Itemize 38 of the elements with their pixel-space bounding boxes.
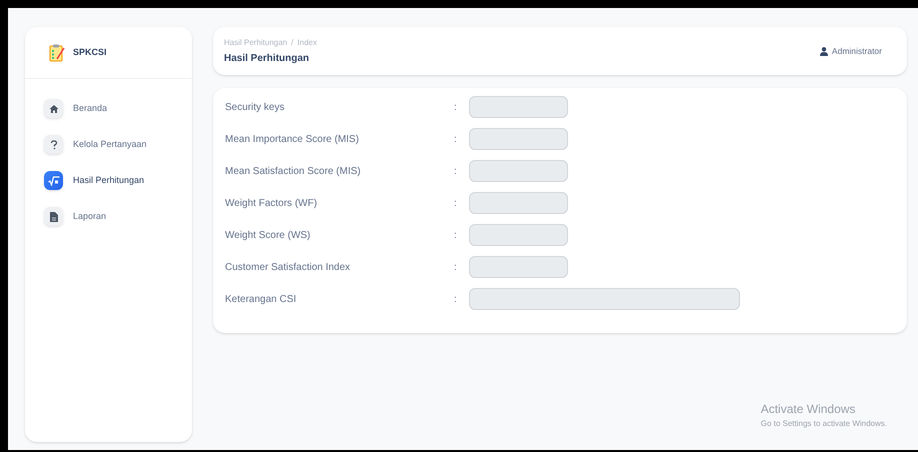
output-field[interactable] [469, 96, 568, 118]
square-root-icon [48, 176, 60, 186]
output-field[interactable] [469, 224, 568, 246]
colon: : [454, 260, 458, 274]
output-field[interactable] [469, 192, 568, 214]
sidebar-item[interactable]: Laporan [44, 203, 173, 230]
document-icon [50, 212, 58, 222]
clipboard-checklist-icon [49, 44, 65, 62]
question-icon [50, 140, 58, 150]
output-field[interactable] [469, 128, 568, 150]
brand-name: SPKCSI [73, 46, 107, 59]
colon: : [454, 132, 458, 146]
output-field[interactable] [469, 256, 568, 278]
field-label: Mean Importance Score (MIS) [225, 132, 360, 146]
field-label: Weight Score (WS) [225, 228, 312, 242]
activation-title: Activate Windows [760, 401, 856, 418]
field-label: Weight Factors (WF) [225, 196, 318, 210]
field-label: Security keys [225, 100, 286, 114]
sidebar-item[interactable]: Kelola Pertanyaan [44, 131, 173, 158]
field-label: Keterangan CSI [225, 292, 298, 306]
sidebar-item[interactable]: Hasil Perhitungan [44, 167, 173, 194]
output-field[interactable] [469, 160, 568, 182]
breadcrumb-current: Index [297, 36, 317, 48]
breadcrumb-separator: / [291, 36, 294, 48]
user-icon [820, 46, 828, 56]
sidebar-item[interactable]: Beranda [44, 95, 173, 122]
colon: : [454, 228, 458, 242]
home-icon [48, 104, 58, 114]
output-field[interactable] [469, 288, 740, 310]
field-label: Mean Satisfaction Score (MIS) [225, 164, 362, 178]
colon: : [454, 292, 458, 306]
colon: : [454, 100, 458, 114]
colon: : [454, 196, 458, 210]
page-title: Hasil Perhitungan [224, 52, 310, 66]
user-menu[interactable]: Administrator [820, 44, 882, 58]
colon: : [454, 164, 458, 178]
activation-text: Go to Settings to activate Windows. [760, 418, 887, 430]
field-label: Customer Satisfaction Index [225, 260, 352, 274]
